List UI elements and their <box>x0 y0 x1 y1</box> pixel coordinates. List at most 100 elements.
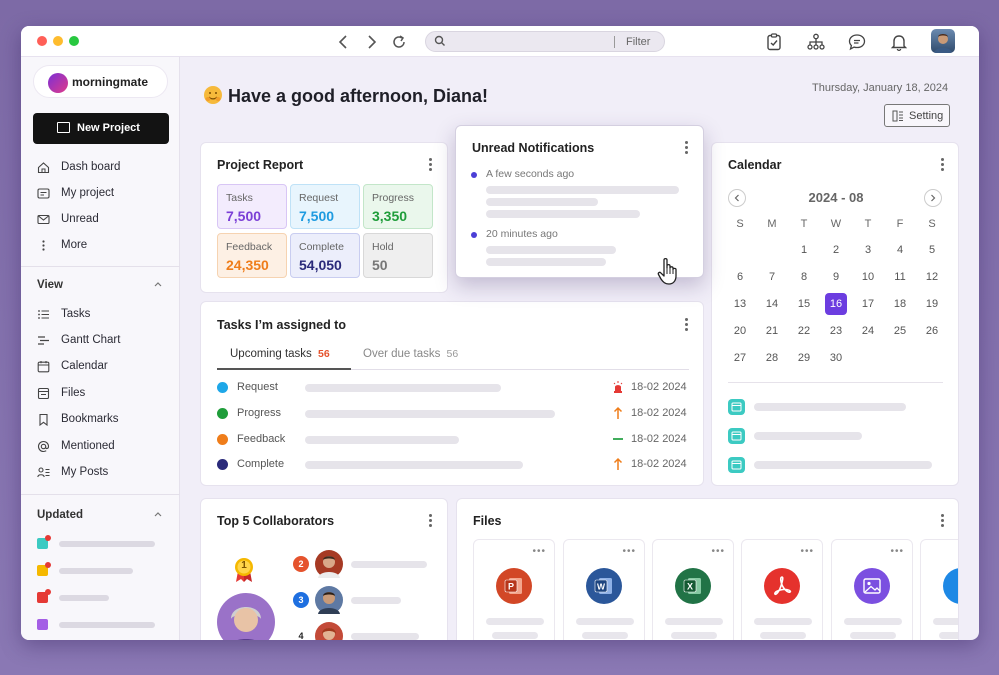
placeholder-bar <box>351 561 427 568</box>
calendar-day[interactable]: 21 <box>761 320 783 342</box>
new-project-icon <box>57 122 70 133</box>
calendar-day[interactable]: 25 <box>889 320 911 342</box>
tasks-menu-button[interactable] <box>685 318 689 332</box>
calendar-day[interactable]: 2 <box>825 239 847 261</box>
project-report-menu-button[interactable] <box>429 158 433 172</box>
stat-request[interactable]: Request 7,500 <box>290 184 360 229</box>
calendar-day[interactable]: 7 <box>761 266 783 288</box>
calendar-day[interactable]: 30 <box>825 347 847 369</box>
brand-logo[interactable]: morningmate <box>33 65 168 98</box>
calendar-day[interactable]: 9 <box>825 266 847 288</box>
placeholder-bar <box>760 632 806 639</box>
calendar-day[interactable]: 4 <box>889 239 911 261</box>
calendar-day[interactable]: 13 <box>729 293 751 315</box>
user-avatar[interactable] <box>931 29 955 53</box>
updated-item[interactable] <box>37 619 177 631</box>
forward-button[interactable] <box>362 33 380 51</box>
task-row[interactable]: Progress 18-02 2024 <box>217 406 689 422</box>
view-collapse-toggle[interactable] <box>153 279 163 292</box>
updated-item[interactable] <box>37 589 177 604</box>
gantt-icon <box>38 336 49 345</box>
back-button[interactable] <box>335 33 353 51</box>
file-menu-icon[interactable]: ••• <box>622 546 636 557</box>
calendar-day[interactable]: 22 <box>793 320 815 342</box>
collaborators-menu-button[interactable] <box>429 514 433 528</box>
file-menu-icon[interactable]: ••• <box>711 546 725 557</box>
file-menu-icon[interactable]: ••• <box>800 546 814 557</box>
calendar-day[interactable]: 23 <box>825 320 847 342</box>
notifications-button[interactable] <box>889 32 909 52</box>
calendar-day[interactable]: 17 <box>857 293 879 315</box>
calendar-menu-button[interactable] <box>941 158 945 172</box>
file-card[interactable]: ••• X <box>652 539 734 640</box>
calendar-event[interactable] <box>728 399 928 415</box>
stat-feedback[interactable]: Feedback 24,350 <box>217 233 287 278</box>
task-row[interactable]: Feedback 18-02 2024 <box>217 432 689 448</box>
calendar-next-button[interactable] <box>924 189 942 207</box>
task-clipboard-button[interactable] <box>764 32 784 52</box>
search-bar[interactable]: Filter <box>425 31 665 52</box>
placeholder-bar <box>665 618 723 625</box>
calendar-day-selected[interactable]: 16 <box>825 293 847 315</box>
tab-overdue-tasks[interactable]: Over due tasks 56 <box>363 348 458 360</box>
minimize-window-button[interactable] <box>53 36 63 46</box>
updated-item[interactable] <box>37 535 177 550</box>
collaborator-row[interactable]: 3 <box>293 586 443 614</box>
stat-hold[interactable]: Hold 50 <box>363 233 433 278</box>
file-card[interactable]: ••• P <box>473 539 555 640</box>
collaborator-row[interactable]: 4 <box>293 622 443 640</box>
file-menu-icon[interactable]: ••• <box>532 546 546 557</box>
calendar-day[interactable]: 19 <box>921 293 943 315</box>
collaborator-row[interactable]: 2 <box>293 550 443 578</box>
calendar-day[interactable]: 24 <box>857 320 879 342</box>
file-card[interactable]: ••• <box>741 539 823 640</box>
filter-button[interactable]: Filter <box>626 36 650 48</box>
notifications-menu-button[interactable] <box>685 141 689 155</box>
updated-collapse-toggle[interactable] <box>153 509 163 522</box>
calendar-day[interactable]: 18 <box>889 293 911 315</box>
file-card[interactable] <box>920 539 958 640</box>
calendar-day[interactable]: 12 <box>921 266 943 288</box>
setting-button[interactable]: Setting <box>884 104 950 127</box>
updated-item[interactable] <box>37 562 177 577</box>
top-collaborator-avatar[interactable] <box>217 593 275 640</box>
calendar-day[interactable]: 14 <box>761 293 783 315</box>
calendar-day[interactable]: 11 <box>889 266 911 288</box>
chevron-right-icon <box>368 35 377 49</box>
stat-complete[interactable]: Complete 54,050 <box>290 233 360 278</box>
new-project-button[interactable]: New Project <box>33 113 169 144</box>
calendar-day[interactable]: 26 <box>921 320 943 342</box>
placeholder-bar <box>582 632 628 639</box>
calendar-day[interactable]: 27 <box>729 347 751 369</box>
file-card[interactable]: ••• W <box>563 539 645 640</box>
task-status-label: Request <box>237 381 278 393</box>
chat-button[interactable] <box>847 32 867 52</box>
close-window-button[interactable] <box>37 36 47 46</box>
calendar-day[interactable]: 5 <box>921 239 943 261</box>
calendar-day[interactable]: 6 <box>729 266 751 288</box>
tab-upcoming-tasks[interactable]: Upcoming tasks 56 <box>230 348 330 360</box>
calendar-day[interactable]: 29 <box>793 347 815 369</box>
calendar-day[interactable]: 8 <box>793 266 815 288</box>
calendar-day[interactable]: 3 <box>857 239 879 261</box>
org-chart-button[interactable] <box>806 32 826 52</box>
calendar-day[interactable]: 10 <box>857 266 879 288</box>
task-row[interactable]: Complete 18-02 2024 <box>217 457 689 473</box>
maximize-window-button[interactable] <box>69 36 79 46</box>
calendar-day[interactable]: 1 <box>793 239 815 261</box>
task-row[interactable]: Request 18-02 2024 <box>217 380 689 396</box>
stat-tasks[interactable]: Tasks 7,500 <box>217 184 287 229</box>
calendar-day[interactable]: 28 <box>761 347 783 369</box>
file-menu-icon[interactable]: ••• <box>890 546 904 557</box>
file-card[interactable]: ••• <box>831 539 913 640</box>
search-input[interactable] <box>450 34 610 50</box>
rank-badge: 2 <box>293 556 309 572</box>
stat-progress[interactable]: Progress 3,350 <box>363 184 433 229</box>
excel-icon: X <box>675 568 711 604</box>
calendar-day[interactable]: 20 <box>729 320 751 342</box>
reload-button[interactable] <box>390 33 408 51</box>
files-menu-button[interactable] <box>941 514 945 528</box>
calendar-day[interactable]: 15 <box>793 293 815 315</box>
calendar-event[interactable] <box>728 457 932 473</box>
calendar-event[interactable] <box>728 428 928 444</box>
